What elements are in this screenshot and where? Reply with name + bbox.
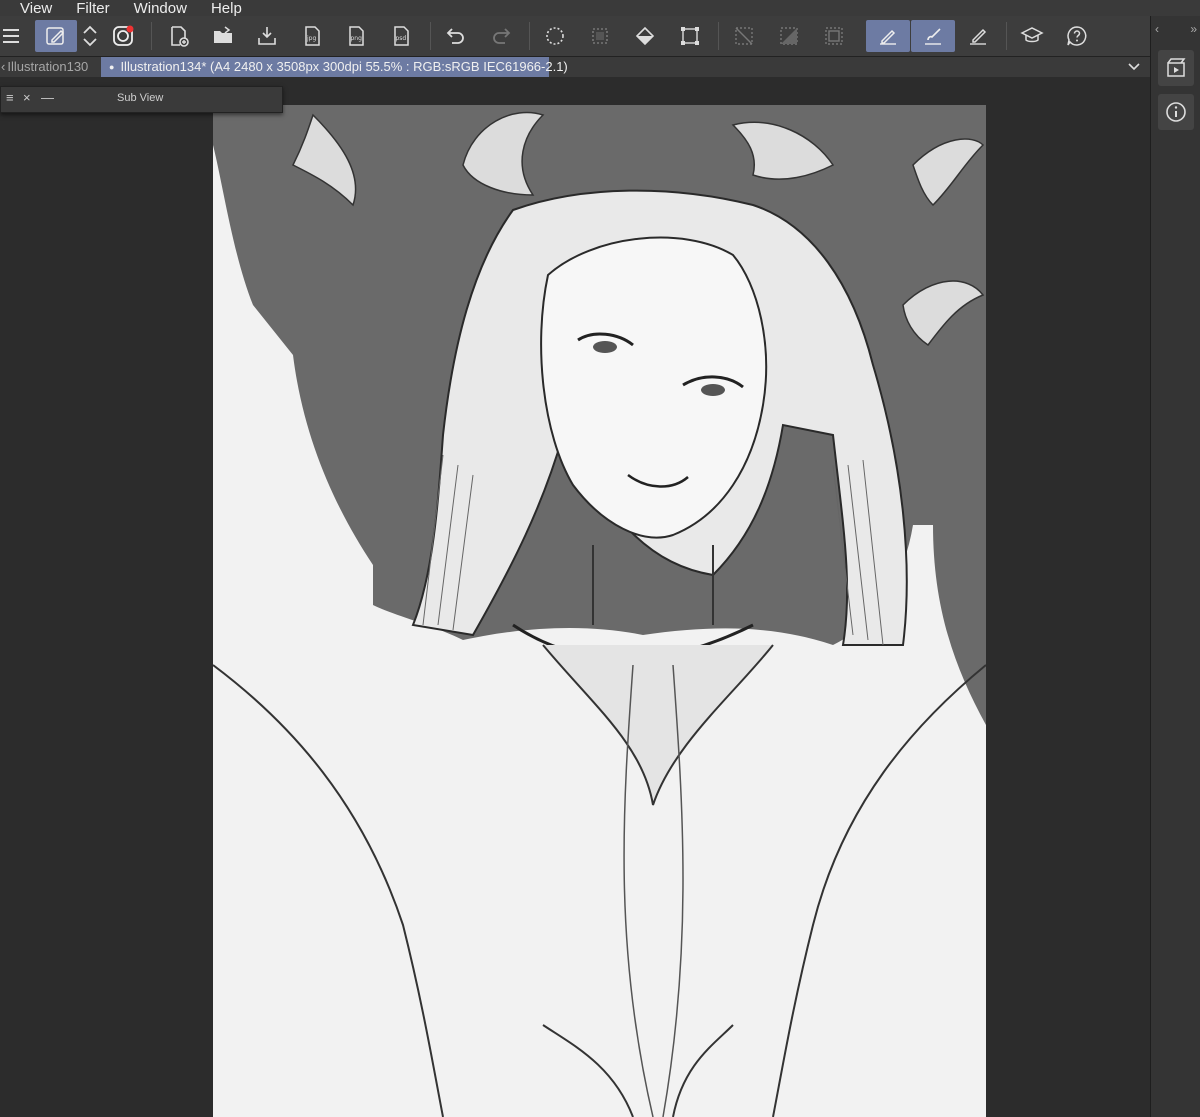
deselect-icon[interactable] [584,20,616,52]
tab-illustration134[interactable]: ● Illustration134* (A4 2480 x 3508px 300d… [101,57,568,77]
tab-illustration130[interactable]: ‹ Illustration130 [0,57,98,77]
selection-border-icon[interactable] [818,20,850,52]
close-icon[interactable]: × [23,91,31,105]
menu-help[interactable]: Help [199,1,254,16]
panel-menu-icon[interactable]: ≡ [6,91,14,105]
drawing-canvas[interactable] [213,105,986,1117]
document-tab-bar: ‹ Illustration130 ● Illustration134* (A4 2… [0,57,1150,77]
invert-selection-icon[interactable] [773,20,805,52]
select-all-icon[interactable] [539,20,571,52]
png-label: png [351,35,363,42]
up-down-icon[interactable] [78,20,102,52]
hamburger-icon[interactable] [0,20,24,52]
minimize-icon[interactable]: — [41,91,54,105]
menu-filter[interactable]: Filter [64,1,121,16]
chevron-left-icon[interactable]: ‹ [1155,22,1159,36]
pencil-icon[interactable] [962,20,994,52]
export-psd-icon[interactable]: psd [385,20,417,52]
modified-dot-icon: ● [109,62,115,72]
jpg-label: jpg [306,35,316,42]
command-bar: jpg png psd [0,16,1150,57]
tab-label: Illustration134* (A4 2480 x 3508px 300dp… [120,59,568,74]
animation-icon[interactable] [1158,50,1194,86]
export-png-icon[interactable]: png [340,20,372,52]
dock-collapse-arrows[interactable]: ‹ » [1155,22,1197,36]
panel-title: Sub View [117,92,164,104]
new-file-icon[interactable] [163,20,195,52]
chevron-down-icon[interactable] [1126,58,1142,77]
sub-view-panel[interactable]: ≡ × — Sub View [0,86,283,113]
undo-icon[interactable] [440,20,472,52]
export-jpg-icon[interactable]: jpg [296,20,328,52]
hide-selection-icon[interactable] [728,20,760,52]
clip-studio-icon[interactable] [107,20,139,52]
fill-icon[interactable] [629,20,661,52]
sketch-artwork [213,105,986,1117]
psd-label: psd [396,35,407,42]
pen-select-icon[interactable] [35,20,77,52]
menu-bar: View Filter Window Help [0,0,1200,16]
transform-icon[interactable] [674,20,706,52]
save-icon[interactable] [251,20,283,52]
learn-icon[interactable] [1016,20,1048,52]
double-chevron-right-icon[interactable]: » [1190,22,1197,36]
open-folder-icon[interactable] [207,20,239,52]
help-icon[interactable] [1061,20,1093,52]
menu-window[interactable]: Window [122,1,199,16]
pen-icon[interactable] [866,20,910,52]
redo-icon[interactable] [485,20,517,52]
tab-label: Illustration130 [7,59,89,74]
right-dock: ‹ » [1150,16,1200,1117]
menu-view[interactable]: View [0,1,64,16]
brush-icon[interactable] [911,20,955,52]
info-icon[interactable] [1158,94,1194,130]
